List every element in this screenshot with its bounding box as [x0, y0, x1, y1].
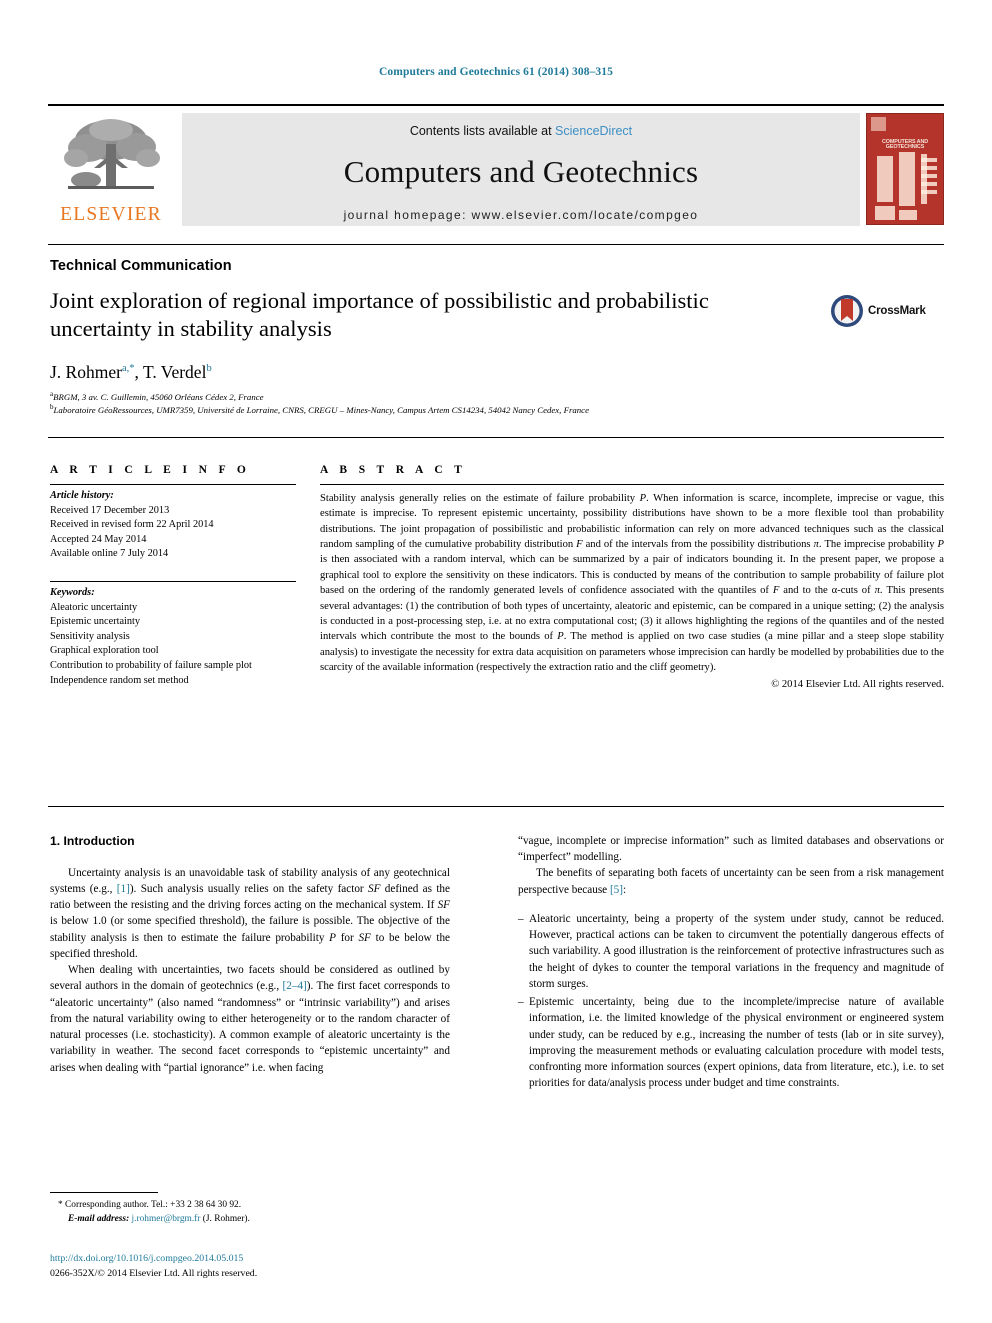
- bullet-marker: –: [518, 996, 524, 1009]
- cover-graphic-bar: [921, 166, 937, 170]
- affiliation-b: bLaboratoire GéoRessources, UMR7359, Uni…: [50, 404, 590, 415]
- keywords-rule: [50, 581, 296, 583]
- body-top-rule: [48, 806, 944, 807]
- email-label: E-mail address:: [68, 1214, 130, 1225]
- paragraph: The benefits of separating both facets o…: [518, 867, 944, 896]
- cover-graphic-bar: [877, 156, 893, 202]
- footnote-text: Corresponding author. Tel.: +33 2 38 64 …: [65, 1200, 242, 1210]
- keyword-item: Sensitivity analysis: [50, 630, 130, 642]
- abstract-column: Stability analysis generally relies on t…: [320, 484, 944, 693]
- author-list: J. Rohmera,*, T. Verdelb: [50, 362, 212, 382]
- article-info-column: Article history: Received 17 December 20…: [50, 484, 296, 688]
- cover-graphic-bar: [921, 174, 937, 178]
- history-item: Accepted 24 May 2014: [50, 533, 147, 545]
- list-item-text: Epistemic uncertainty, being due to the …: [529, 996, 944, 1090]
- journal-title: Computers and Geotechnics: [343, 154, 699, 189]
- author-name: T. Verdel: [142, 362, 207, 382]
- contents-available-line: Contents lists available at ScienceDirec…: [410, 124, 632, 138]
- info-band-top-rule: [48, 437, 944, 438]
- paragraph: When dealing with uncertainties, two fac…: [50, 964, 451, 1074]
- abstract-heading: A B S T R A C T: [320, 464, 467, 476]
- body-column-left: 1. Introduction Uncertainty analysis is …: [50, 833, 450, 1076]
- footer-block: http://dx.doi.org/10.1016/j.compgeo.2014…: [50, 1252, 470, 1281]
- history-item: Received in revised form 22 April 2014: [50, 519, 214, 531]
- info-rule: [50, 484, 296, 485]
- journal-masthead: ELSEVIER Contents lists available at Sci…: [48, 104, 944, 232]
- contents-prefix: Contents lists available at: [409, 124, 556, 138]
- doi-link[interactable]: http://dx.doi.org/10.1016/j.compgeo.2014…: [50, 1252, 470, 1267]
- body-column-right: “vague, incomplete or imprecise informat…: [518, 833, 944, 1094]
- email-owner: (J. Rohmer).: [202, 1214, 250, 1225]
- keyword-item: Epistemic uncertainty: [50, 616, 141, 628]
- journal-homepage-link[interactable]: journal homepage: www.elsevier.com/locat…: [344, 208, 699, 222]
- author-affil-mark: a,*: [121, 363, 135, 375]
- keyword-item: Independence random set method: [50, 674, 189, 686]
- affiliation-text: Laboratoire GéoRessources, UMR7359, Univ…: [53, 405, 590, 415]
- footnote-corresponding-line: * Corresponding author. Tel.: +33 2 38 6…: [50, 1198, 450, 1212]
- masthead-bottom-rule: [48, 244, 944, 245]
- keyword-item: Graphical exploration tool: [50, 645, 159, 657]
- affiliation-a: aBRGM, 3 av. C. Guillemin, 45060 Orléans…: [50, 391, 264, 402]
- cover-graphic-bar: [921, 190, 937, 194]
- list-item: – Aleatoric uncertainty, being a propert…: [518, 911, 944, 992]
- issn-copyright-line: 0266-352X/© 2014 Elsevier Ltd. All right…: [50, 1267, 258, 1279]
- affiliation-text: BRGM, 3 av. C. Guillemin, 45060 Orléans …: [53, 392, 264, 402]
- bullet-marker: –: [518, 912, 524, 925]
- history-item: Received 17 December 2013: [50, 504, 170, 516]
- abstract-rule: [320, 484, 944, 485]
- cover-graphic-bar: [899, 152, 915, 206]
- paragraph: Uncertainty analysis is an unavoidable t…: [50, 866, 450, 960]
- article-info-heading: A R T I C L E I N F O: [50, 464, 251, 476]
- author-name: J. Rohmer: [50, 362, 122, 382]
- abstract-copyright: © 2014 Elsevier Ltd. All rights reserved…: [771, 679, 944, 691]
- cover-graphic-bar: [921, 182, 937, 186]
- keyword-item: Contribution to probability of failure s…: [50, 660, 252, 672]
- paragraph: “vague, incomplete or imprecise informat…: [518, 835, 944, 864]
- abstract-body: Stability analysis generally relies on t…: [320, 493, 945, 673]
- author-affil-mark: b: [206, 363, 212, 375]
- crossmark-icon: [831, 295, 863, 327]
- crossmark-label: CrossMark: [868, 305, 926, 317]
- running-head: Computers and Geotechnics 61 (2014) 308–…: [379, 66, 613, 78]
- list-item-text: Aleatoric uncertainty, being a property …: [529, 912, 944, 990]
- masthead-center: Contents lists available at ScienceDirec…: [182, 113, 860, 226]
- list-item: – Epistemic uncertainty, being due to th…: [518, 994, 944, 1091]
- sciencedirect-link[interactable]: ScienceDirect: [555, 124, 632, 138]
- elsevier-wordmark: ELSEVIER: [60, 204, 162, 225]
- article-history-block: Article history: Received 17 December 20…: [50, 489, 296, 562]
- cover-journal-title: COMPUTERS AND GEOTECHNICS: [881, 139, 929, 151]
- keyword-item: Aleatoric uncertainty: [50, 601, 138, 613]
- cover-graphic-bar: [899, 210, 917, 220]
- page-title: Joint exploration of regional importance…: [50, 288, 709, 342]
- bullet-list: – Aleatoric uncertainty, being a propert…: [518, 911, 944, 1092]
- article-history-label: Article history:: [50, 490, 114, 501]
- keywords-label: Keywords:: [50, 587, 95, 599]
- history-item: Available online 7 July 2014: [50, 548, 169, 560]
- keywords-block: Keywords: Aleatoric uncertainty Epistemi…: [50, 586, 296, 688]
- paper-page: Computers and Geotechnics 61 (2014) 308–…: [0, 0, 992, 1323]
- elsevier-logo: ELSEVIER: [48, 110, 174, 232]
- footnote-rule: [50, 1192, 158, 1193]
- journal-cover-image: COMPUTERS AND GEOTECHNICS: [866, 113, 944, 225]
- corresponding-author-footnote: * Corresponding author. Tel.: +33 2 38 6…: [50, 1192, 450, 1226]
- cover-graphic-bar: [875, 206, 895, 220]
- footnote-mark: *: [58, 1200, 63, 1210]
- elsevier-tree-icon: [64, 119, 160, 189]
- footnote-email-line: E-mail address: j.rohmer@brgm.fr (J. Roh…: [50, 1212, 450, 1226]
- article-type-label: Technical Communication: [50, 258, 232, 274]
- cover-publisher-badge: [871, 117, 886, 131]
- crossmark-badge[interactable]: CrossMark: [830, 286, 946, 336]
- email-link[interactable]: j.rohmer@brgm.fr: [132, 1214, 201, 1224]
- section-heading-introduction: 1. Introduction: [50, 834, 135, 848]
- journal-cover-thumbnail: COMPUTERS AND GEOTECHNICS: [866, 113, 944, 226]
- cover-graphic-bar: [921, 158, 937, 162]
